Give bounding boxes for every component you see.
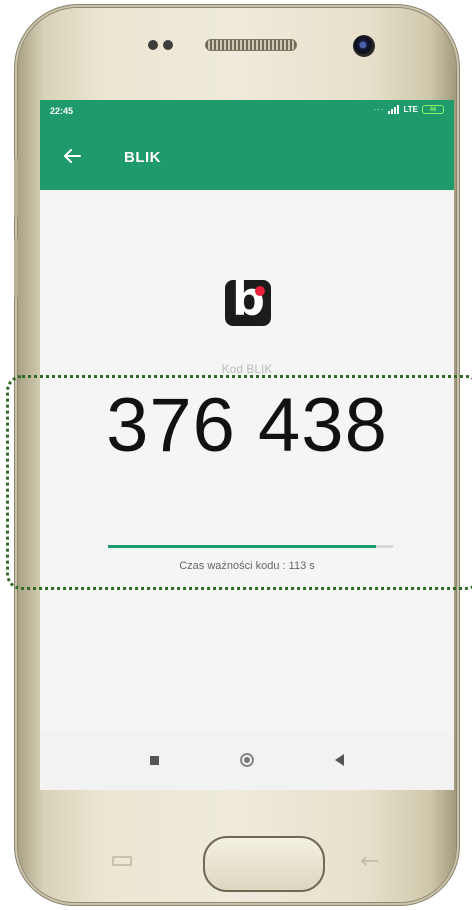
signal-icon: [388, 105, 400, 114]
home-button[interactable]: [203, 836, 325, 892]
front-camera: [353, 35, 375, 57]
earpiece-speaker: [205, 39, 297, 51]
blik-logo-icon: b: [225, 280, 271, 326]
battery-level: 46: [429, 106, 437, 113]
nav-back-icon[interactable]: [334, 754, 344, 766]
android-nav-bar: [40, 730, 454, 790]
proximity-sensor: [148, 40, 158, 50]
back-capacitive-icon[interactable]: [358, 856, 382, 866]
battery-icon: 46: [422, 105, 444, 114]
recent-apps-icon[interactable]: [150, 755, 160, 765]
home-icon[interactable]: [239, 753, 254, 767]
power-button: [14, 238, 18, 298]
volume-button: [14, 158, 18, 218]
dots-icon: ···: [373, 105, 385, 114]
code-label: Kod BLIK: [221, 362, 273, 376]
back-arrow-icon[interactable]: [60, 144, 84, 168]
recent-capacitive-icon[interactable]: [110, 856, 134, 866]
light-sensor: [163, 40, 173, 50]
page-title: BLIK: [124, 149, 161, 166]
network-type: LTE: [403, 105, 418, 114]
status-indicators: ··· LTE 46: [373, 105, 444, 114]
code-highlight-frame: [6, 375, 472, 590]
app-header: 22:45 ··· LTE 46 BLIK: [40, 100, 454, 190]
status-time: 22:45: [50, 106, 74, 116]
